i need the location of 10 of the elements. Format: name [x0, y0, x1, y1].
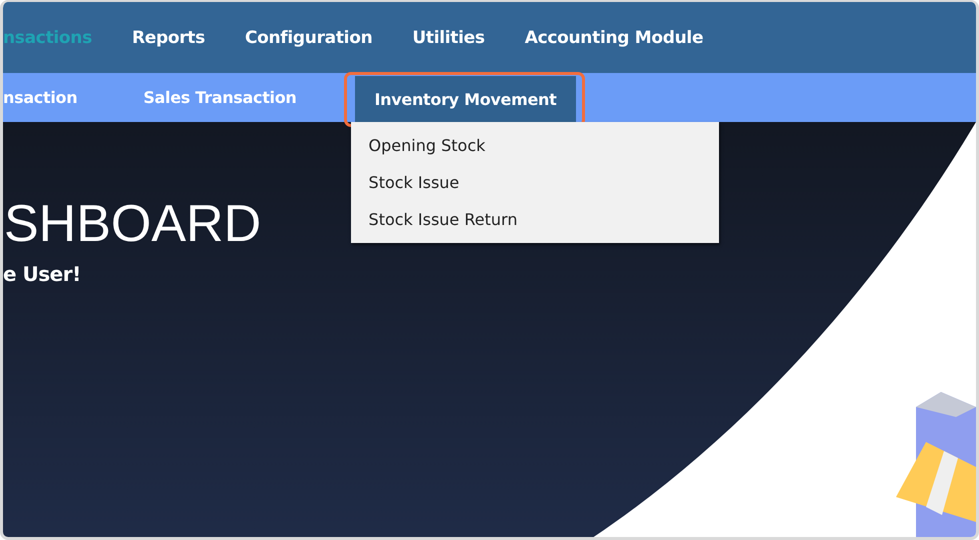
dropdown-item[interactable]: Stock Issue — [350, 165, 719, 202]
dashboard-title: SHBOARD — [4, 194, 262, 254]
menu-item[interactable]: Reports — [112, 28, 225, 48]
submenu-item[interactable]: Inventory Movement — [354, 76, 576, 122]
welcome-text: e User! — [3, 262, 81, 286]
menu-item[interactable]: Utilities — [392, 28, 505, 48]
dropdown-item[interactable]: Opening Stock — [350, 128, 719, 165]
menu-item[interactable]: Configuration — [224, 28, 392, 48]
menu-item[interactable]: Accounting Module — [504, 28, 724, 48]
dropdown-item[interactable]: Stock Issue Return — [350, 202, 719, 239]
